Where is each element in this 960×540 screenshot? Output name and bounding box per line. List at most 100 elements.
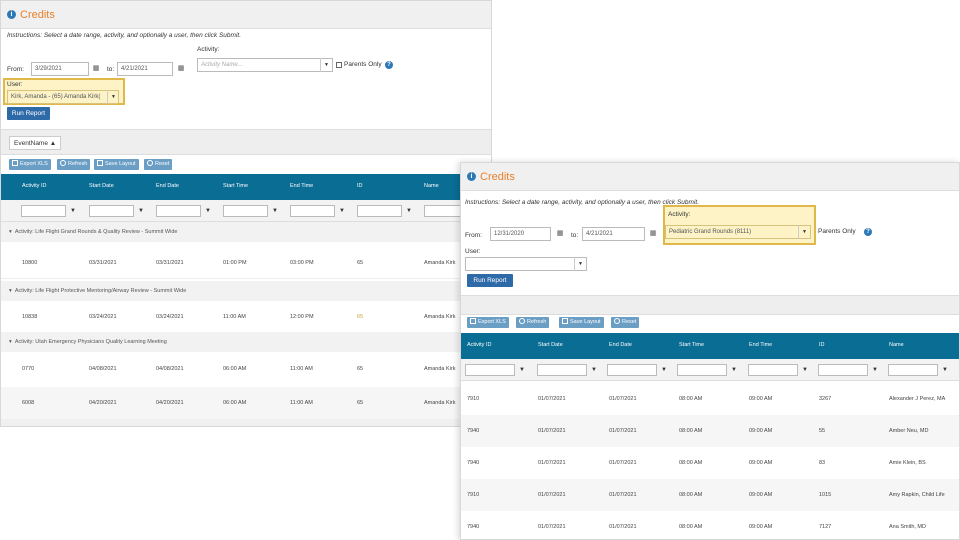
group-chip-eventname[interactable]: EventName ▲ [9,136,62,150]
calendar-icon[interactable]: ▦ [647,228,659,240]
filter-input[interactable] [223,205,268,217]
export-xls-button[interactable]: Export XLS [9,159,51,170]
calendar-icon[interactable]: ▦ [90,63,102,75]
filter-input[interactable] [89,205,134,217]
from-date-input[interactable]: 12/31/2020 [490,227,551,241]
filter-icon[interactable]: ▼ [67,205,79,217]
cell-end-time: 03:00 PM [290,260,314,266]
column-header[interactable]: Start Date [89,183,114,189]
activity-select[interactable]: Activity Name... [197,58,333,72]
refresh-button[interactable]: Refresh [516,317,550,328]
column-header[interactable]: End Date [609,342,632,348]
table-row[interactable]: 6008 04/20/2021 04/20/2021 06:00 AM 11:0… [1,387,491,419]
filter-icon[interactable]: ▼ [269,205,281,217]
user-select[interactable] [465,257,587,271]
save-layout-button[interactable]: Save Layout [94,159,139,170]
refresh-button[interactable]: Refresh [57,159,91,170]
collapse-icon[interactable]: ▾ [9,339,12,345]
filter-icon[interactable]: ▼ [728,364,740,376]
cell-end-time: 11:00 AM [290,400,313,406]
table-row[interactable]: 0770 04/08/2021 04/08/2021 06:00 AM 11:0… [1,353,491,385]
cell-activity-id: 0770 [22,366,35,372]
run-report-button[interactable]: Run Report [7,107,50,120]
group-row[interactable]: ▾ Activity: Utah Emergency Physicians Qu… [1,332,491,352]
table-row[interactable]: 7910 01/07/2021 01/07/2021 08:00 AM 09:0… [461,479,959,511]
user-select[interactable]: Kirk, Amanda - (65) Amanda Kirk( [7,90,119,104]
column-header[interactable]: End Time [749,342,772,348]
filter-icon[interactable]: ▼ [869,364,881,376]
filter-icon[interactable]: ▼ [202,205,214,217]
export-xls-button[interactable]: Export XLS [467,317,509,328]
column-header[interactable]: Start Time [223,183,248,189]
chevron-down-icon[interactable]: ▼ [574,257,586,271]
filter-input[interactable] [290,205,335,217]
filter-input[interactable] [465,364,515,376]
filter-input[interactable] [818,364,868,376]
column-header[interactable]: ID [819,342,825,348]
table-row[interactable]: 7940 01/07/2021 01/07/2021 08:00 AM 09:0… [461,511,959,539]
group-label: Activity: Life Flight Protective Mentori… [14,288,187,294]
table-row[interactable]: 7910 01/07/2021 01/07/2021 08:00 AM 09:0… [461,383,959,415]
parents-only-label: Parents Only [818,228,856,235]
column-header[interactable]: Activity ID [22,183,46,189]
filter-input[interactable] [607,364,657,376]
from-date-input[interactable]: 3/29/2021 [31,62,89,76]
filter-icon[interactable]: ▼ [336,205,348,217]
table-row[interactable]: 7940 01/07/2021 01/07/2021 08:00 AM 09:0… [461,415,959,447]
cell-activity-id: 7910 [467,396,480,402]
group-by-bar [461,295,959,315]
column-header[interactable]: End Time [290,183,313,189]
cell-activity-id: 6008 [22,400,35,406]
calendar-icon[interactable]: ▦ [175,63,187,75]
filter-input[interactable] [677,364,727,376]
filter-icon[interactable]: ▼ [588,364,600,376]
column-header[interactable]: Start Date [538,342,563,348]
filter-icon[interactable]: ▼ [939,364,951,376]
cell-start-date: 03/31/2021 [89,260,117,266]
filter-input[interactable] [888,364,938,376]
column-header[interactable]: ID [357,183,363,189]
reset-button[interactable]: Reset [144,159,173,170]
activity-select[interactable]: Pediatric Grand Rounds (8111) [665,225,811,239]
scroll-strip[interactable] [1,419,491,426]
column-header[interactable]: Start Time [679,342,704,348]
collapse-icon[interactable]: ▾ [9,229,12,235]
collapse-icon[interactable]: ▾ [9,288,12,294]
chevron-down-icon[interactable]: ▼ [798,225,810,239]
filter-icon[interactable]: ▼ [799,364,811,376]
filter-input[interactable] [748,364,798,376]
filter-icon[interactable]: ▼ [403,205,415,217]
filter-icon[interactable]: ▼ [516,364,528,376]
filter-icon[interactable]: ▼ [135,205,147,217]
help-icon[interactable]: ? [385,61,393,69]
filter-input[interactable] [156,205,201,217]
save-layout-button[interactable]: Save Layout [559,317,604,328]
group-row[interactable]: ▾ Activity: Life Flight Grand Rounds & Q… [1,222,491,242]
table-row[interactable]: 10838 03/24/2021 03/24/2021 11:00 AM 12:… [1,301,491,333]
column-header[interactable]: End Date [156,183,179,189]
chevron-down-icon[interactable]: ▼ [107,90,119,104]
run-report-button[interactable]: Run Report [467,274,513,287]
filter-input[interactable] [21,205,66,217]
group-label: Activity: Life Flight Grand Rounds & Qua… [14,229,178,235]
to-date-input[interactable]: 4/21/2021 [582,227,645,241]
reset-icon [614,318,620,324]
table-row[interactable]: 10800 03/31/2021 03/31/2021 01:00 PM 03:… [1,247,491,279]
cell-activity-id: 10838 [22,314,38,320]
group-row[interactable]: ▾ Activity: Life Flight Protective Mento… [1,281,491,301]
parents-only-checkbox[interactable] [336,62,342,68]
to-date-input[interactable]: 4/21/2021 [117,62,173,76]
calendar-icon[interactable]: ▦ [554,228,566,240]
column-header[interactable]: Name [889,342,904,348]
filter-input[interactable] [357,205,402,217]
chevron-down-icon[interactable]: ▼ [320,58,332,72]
filter-icon[interactable]: ▼ [658,364,670,376]
help-icon[interactable]: ? [864,228,872,236]
to-label: to: [107,66,115,73]
table-row[interactable]: 7940 01/07/2021 01/07/2021 08:00 AM 09:0… [461,447,959,479]
filter-input[interactable] [537,364,587,376]
cell-activity-id: 10800 [22,260,38,266]
column-header[interactable]: Activity ID [467,342,491,348]
column-header[interactable]: Name [424,183,439,189]
reset-button[interactable]: Reset [611,317,640,328]
